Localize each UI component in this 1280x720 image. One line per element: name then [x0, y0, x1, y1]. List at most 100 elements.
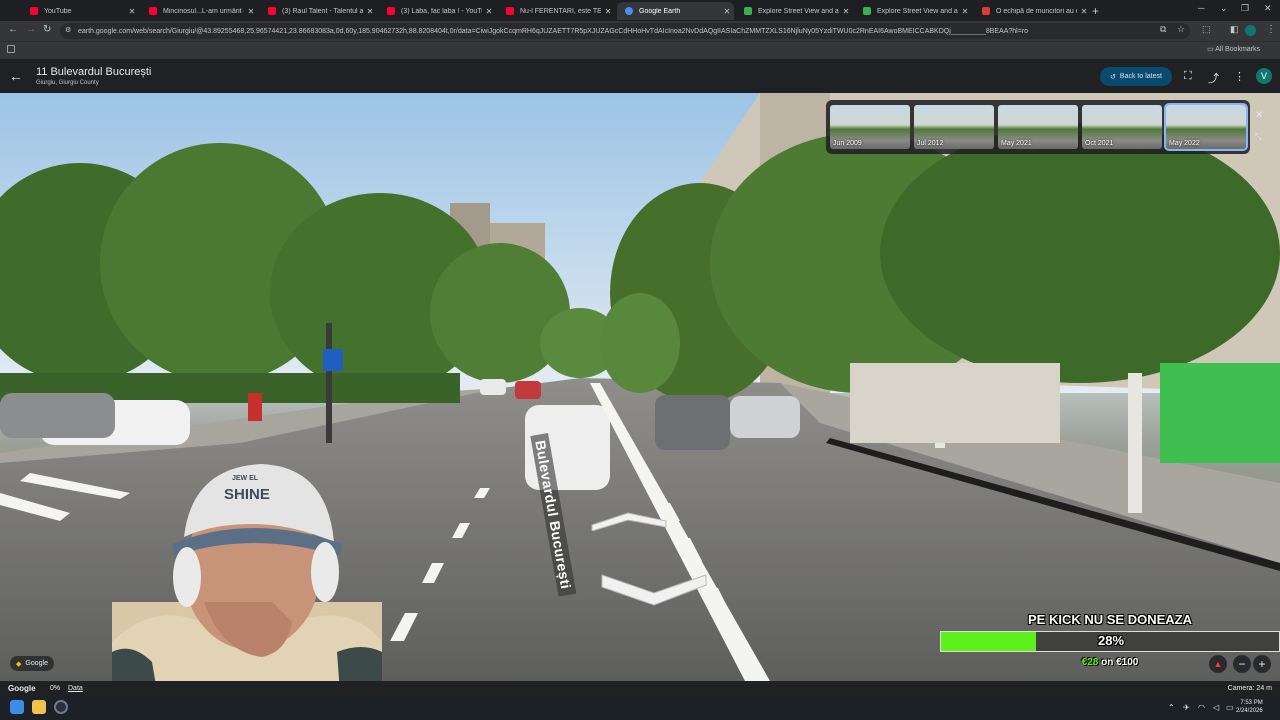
google-icon	[744, 7, 752, 15]
cap-text-top: JEW EL	[232, 475, 259, 482]
clock-time: 7:53 PM	[1240, 700, 1263, 706]
close-tab-icon[interactable]: ✕	[958, 7, 972, 16]
youtube-icon	[30, 7, 38, 15]
battery-icon[interactable]: ▭	[1226, 703, 1234, 712]
google-icon	[863, 7, 871, 15]
browser-tab[interactable]: O echipă de muncitori au dărâ✕	[974, 2, 1091, 20]
close-tab-icon[interactable]: ✕	[125, 7, 139, 16]
history-icon: ↺	[1110, 73, 1116, 81]
youtube-icon	[506, 7, 514, 15]
timeline-thumbnail[interactable]: May 2021	[998, 105, 1078, 149]
browser-menu-icon[interactable]: ⋮	[1266, 24, 1276, 35]
close-tab-icon[interactable]: ✕	[601, 7, 615, 16]
tab-title: YouTube	[44, 7, 72, 15]
browser-tab[interactable]: YouTube ✕	[22, 2, 139, 20]
move-backward-arrow[interactable]	[600, 571, 708, 607]
close-tab-icon[interactable]: ✕	[363, 7, 377, 16]
close-tab-icon[interactable]: ✕	[720, 7, 734, 16]
tray-chevron-icon[interactable]: ⌃	[1168, 703, 1175, 712]
google-badge[interactable]: ◆ Google	[10, 656, 54, 671]
browser-tab[interactable]: Google Earth ✕	[617, 2, 734, 20]
site-info-icon[interactable]: ⚙	[65, 26, 71, 34]
share-icon[interactable]: ⤴	[1208, 70, 1219, 86]
earth-header	[0, 59, 1280, 93]
clock-date: 2/24/2026	[1236, 708, 1263, 714]
timeline-date-label: May 2021	[1001, 140, 1032, 147]
forward-icon[interactable]: →	[26, 24, 36, 35]
tab-title: Nu-l FERENTARI, este TEI TOBO	[520, 7, 601, 15]
browser-tab[interactable]: Explore Street View and add yo✕	[855, 2, 972, 20]
more-options-icon[interactable]: ⋮	[1234, 70, 1245, 83]
close-window-button[interactable]: ✕	[1264, 3, 1272, 14]
close-tab-icon[interactable]: ✕	[1077, 7, 1091, 16]
timeline-thumbnail[interactable]: May 2022	[1164, 103, 1248, 151]
fullscreen-icon[interactable]: ⛶	[1184, 70, 1192, 83]
account-avatar[interactable]: V	[1256, 68, 1272, 84]
reload-icon[interactable]: ↻	[43, 24, 51, 35]
google-earth-icon	[625, 7, 633, 15]
place-title: 11 Bulevardul București	[36, 66, 152, 78]
tab-title: Explore Street View and add yo	[877, 7, 958, 15]
donation-goal-widget: PE KICK NU SE DONEAZA 28% €28 on €100	[940, 612, 1280, 674]
tray-app-icon[interactable]: ✈	[1183, 703, 1190, 712]
tab-title: Google Earth	[639, 7, 681, 15]
wifi-icon[interactable]: ◠	[1198, 703, 1205, 712]
close-tab-icon[interactable]: ✕	[839, 7, 853, 16]
youtube-icon	[387, 7, 395, 15]
collapse-icon[interactable]: ⤡	[1255, 132, 1261, 142]
bookmark-star-icon[interactable]: ☆	[1177, 24, 1185, 35]
bookmarks-bar	[0, 41, 1280, 59]
start-menu-icon[interactable]	[10, 700, 24, 714]
file-explorer-icon[interactable]	[32, 700, 46, 714]
close-tab-icon[interactable]: ✕	[244, 7, 258, 16]
timeline-thumbnail[interactable]: Oct 2021	[1082, 105, 1162, 149]
browser-tab[interactable]: Explore Street View and add yo✕	[736, 2, 853, 20]
tab-search-icon[interactable]: ⌄	[1220, 3, 1228, 14]
pegman-icon: ◆	[16, 660, 22, 668]
extensions-icon[interactable]: ⬚	[1202, 24, 1211, 35]
minimize-button[interactable]: ─	[1198, 3, 1204, 13]
timeline-date-label: Jun 2009	[833, 140, 862, 147]
move-forward-arrow[interactable]	[590, 511, 668, 532]
loading-percent: 0%	[50, 685, 61, 692]
install-app-icon[interactable]: ⧉	[1160, 24, 1166, 35]
extension-icon[interactable]: ◧	[1230, 24, 1239, 35]
camera-altitude: Camera: 24 m	[1227, 685, 1272, 692]
browser-tab[interactable]: Mincinosul...L-am urmărit doua✕	[141, 2, 258, 20]
timeline-date-label: May 2022	[1169, 140, 1200, 147]
timeline-date-label: Oct 2021	[1085, 140, 1114, 147]
browser-tab[interactable]: Nu-l FERENTARI, este TEI TOBO✕	[498, 2, 615, 20]
timeline-thumbnail[interactable]: Jun 2009	[830, 105, 910, 149]
close-timeline-icon[interactable]: ✕	[1255, 110, 1263, 121]
back-arrow-icon[interactable]: ←	[9, 68, 23, 84]
place-subtitle: Giurgiu, Giurgiu County	[36, 80, 99, 86]
all-bookmarks-button[interactable]: ▭ All Bookmarks	[1207, 45, 1260, 53]
windows-taskbar	[0, 696, 1280, 720]
profile-avatar[interactable]	[1245, 25, 1256, 36]
tab-title: (3) Raul Talent - Talentul ala fi	[282, 7, 363, 15]
cap-text-main: SHINE	[224, 486, 270, 503]
donation-percent: 28%	[1097, 633, 1125, 648]
tab-title: Mincinosul...L-am urmărit doua	[163, 7, 244, 15]
back-icon[interactable]: ←	[8, 24, 18, 35]
app-icon[interactable]	[54, 700, 68, 714]
taskbar-clock[interactable]: 7:53 PM 2/24/2026	[1236, 699, 1263, 715]
data-attribution-link[interactable]: Data	[68, 685, 83, 692]
earth-status-bar: Google 0% Data Camera: 24 m	[0, 681, 1280, 696]
webcam-overlay: JEW EL SHINE	[112, 452, 382, 720]
donation-progress-bar: 28%	[940, 631, 1280, 652]
maximize-button[interactable]: ❐	[1241, 3, 1249, 14]
new-tab-button[interactable]: +	[1092, 4, 1099, 18]
donation-amount: €28 on €100	[1081, 657, 1139, 668]
timeline-thumbnail[interactable]: Jul 2012	[914, 105, 994, 149]
browser-tab[interactable]: (3) Laba, fac laba ! - YouTube✕	[379, 2, 496, 20]
url-text: earth.google.com/web/search/Giurgiu/@43.…	[78, 27, 1029, 35]
close-tab-icon[interactable]: ✕	[482, 7, 496, 16]
timeline-date-label: Jul 2012	[917, 140, 944, 147]
apps-icon[interactable]	[7, 45, 15, 53]
donation-title: PE KICK NU SE DONEAZA	[1028, 612, 1192, 627]
browser-tab[interactable]: (3) Raul Talent - Talentul ala fi✕	[260, 2, 377, 20]
back-to-latest-button[interactable]: ↺ Back to latest	[1100, 67, 1172, 86]
volume-icon[interactable]: ◁	[1213, 703, 1219, 712]
address-bar[interactable]: ⚙ earth.google.com/web/search/Giurgiu/@4…	[60, 23, 1190, 39]
